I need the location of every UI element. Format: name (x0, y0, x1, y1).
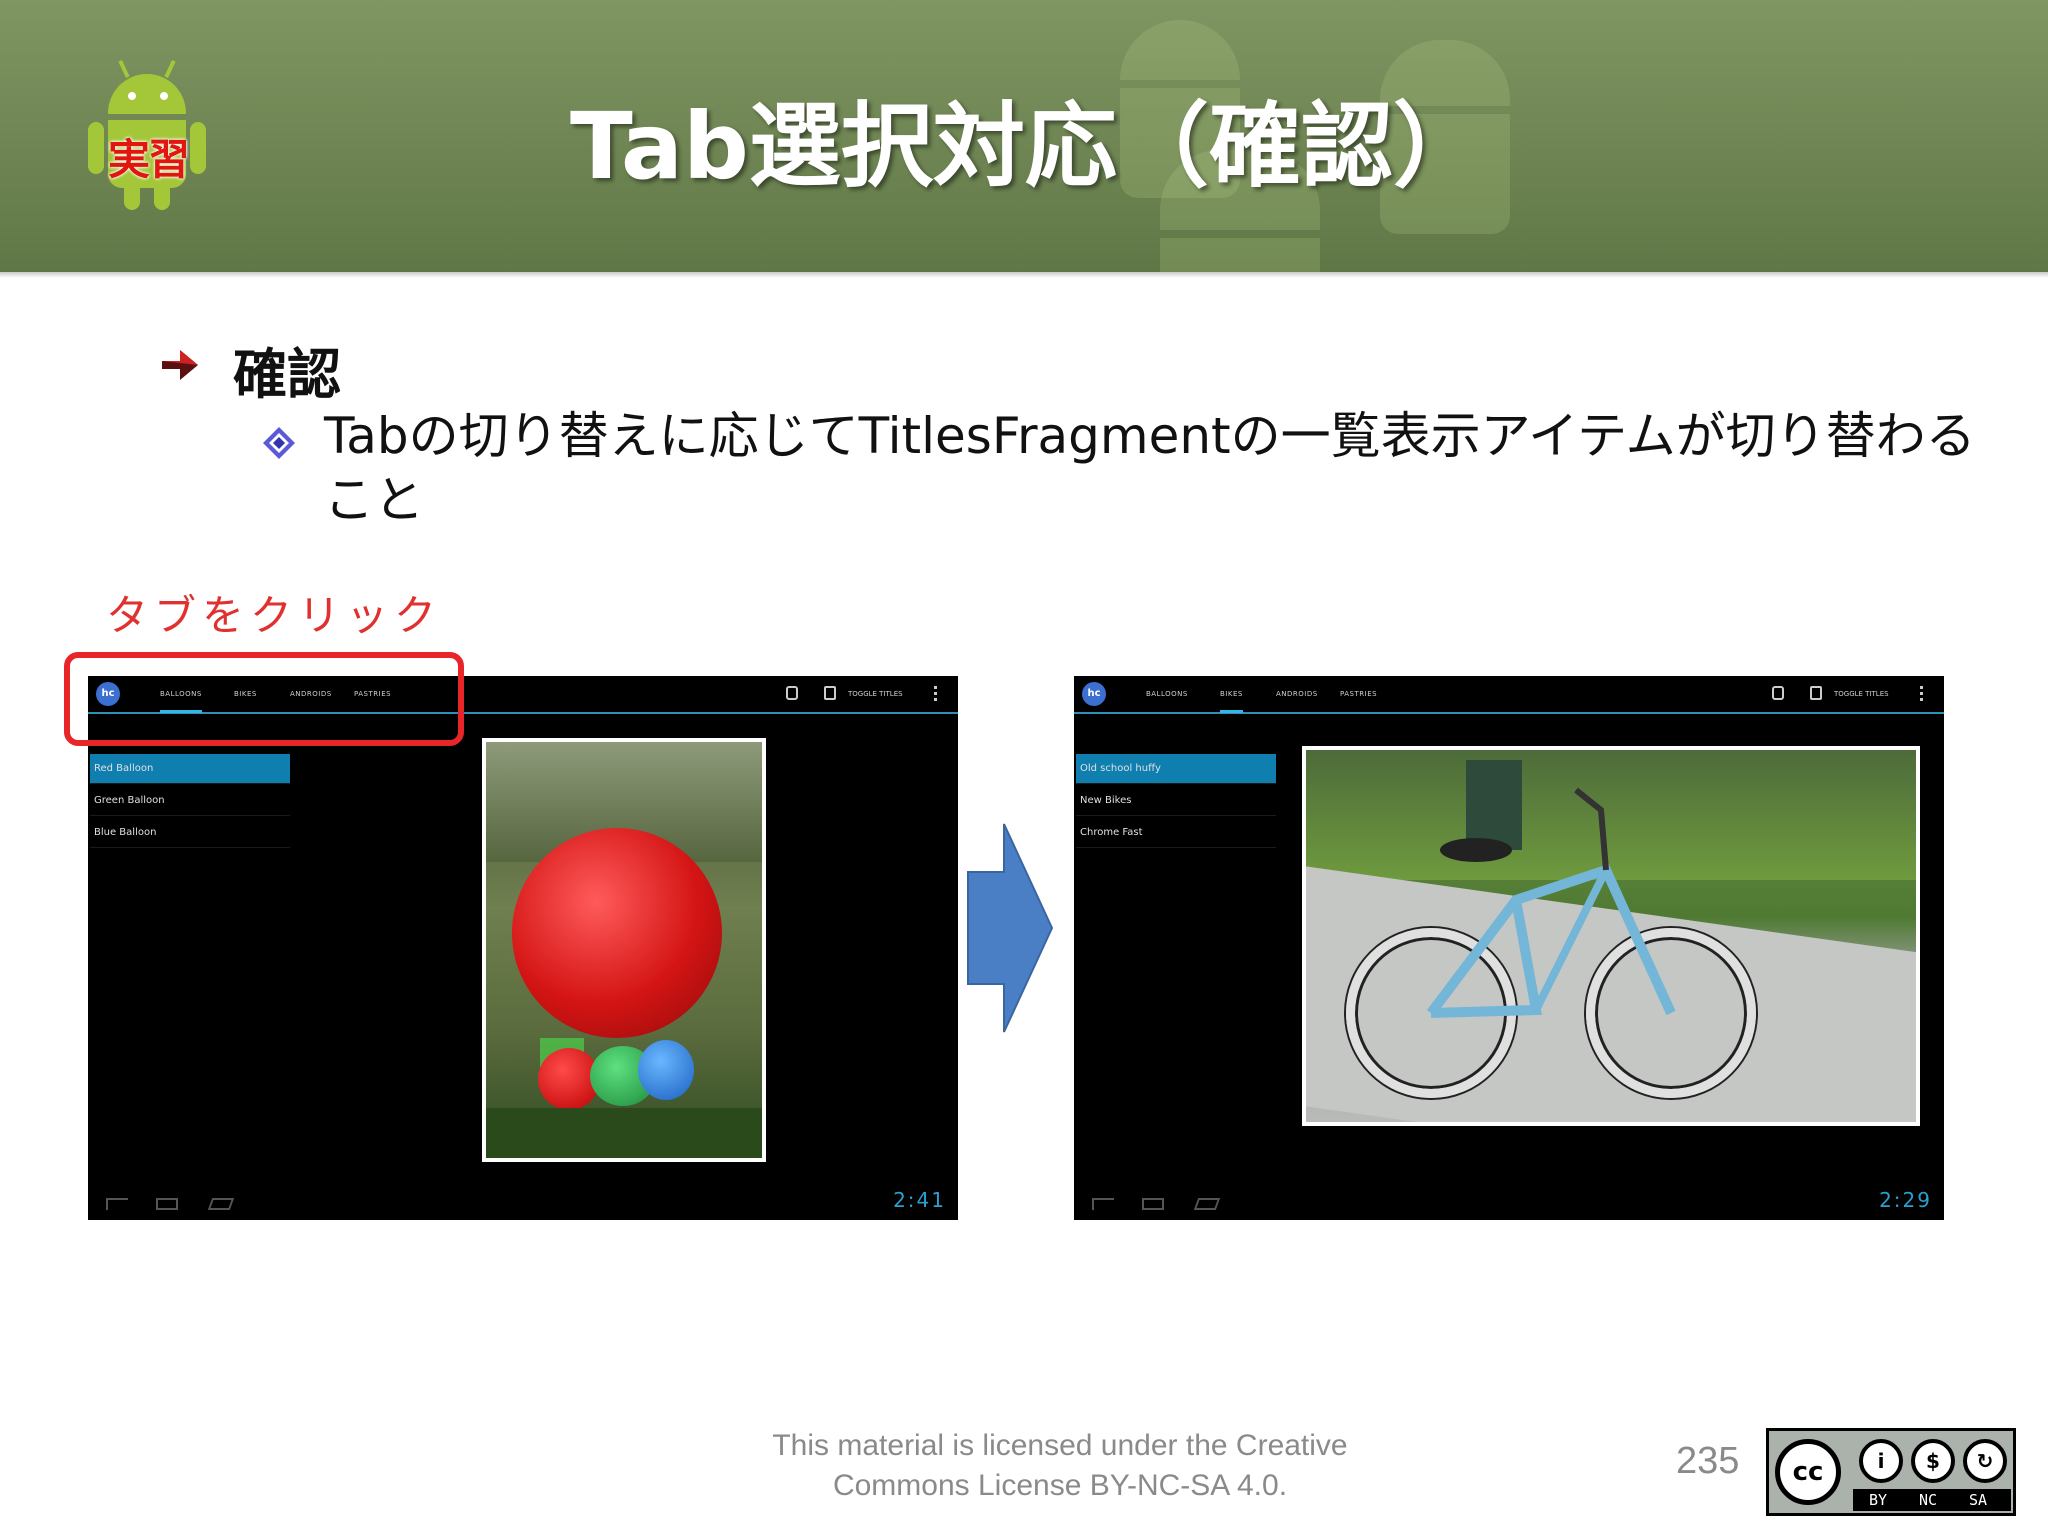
tab-balloons[interactable]: BALLOONS (1146, 690, 1188, 710)
bullet-heading: 確認 (233, 343, 341, 406)
device-icon[interactable] (1810, 686, 1822, 700)
slide-header: 実習 Tab選択対応（確認） (0, 0, 2048, 272)
toggle-titles-button[interactable]: TOGGLE TITLES (1834, 690, 1889, 698)
cc-term-by: BY (1868, 1491, 1888, 1509)
app-icon[interactable]: hc (1082, 682, 1106, 706)
slide-title: Tab選択対応（確認） (570, 93, 1485, 200)
tablet-screenshot-after: hc BALLOONS BIKES ANDROIDS PASTRIES TOGG… (1074, 676, 1944, 1220)
cc-terms-strip: BY NC SA (1853, 1489, 2011, 1511)
home-icon[interactable] (1142, 1198, 1164, 1210)
list-item[interactable]: Green Balloon (90, 786, 290, 816)
annotation-label: タブをクリック (106, 591, 443, 640)
overflow-menu-icon[interactable] (1920, 686, 1923, 702)
creative-commons-badge: cc i $ ↻ BY NC SA (1766, 1428, 2016, 1516)
license-notice: This material is licensed under the Crea… (772, 1429, 1348, 1502)
tab-pastries[interactable]: PASTRIES (1340, 690, 1377, 710)
home-icon[interactable] (156, 1198, 178, 1210)
action-bar: hc BALLOONS BIKES ANDROIDS PASTRIES TOGG… (1074, 676, 1944, 714)
sharealike-icon: ↻ (1963, 1439, 2007, 1483)
cc-term-nc: NC (1918, 1491, 1938, 1509)
status-clock: 2:29 (1879, 1188, 1932, 1212)
recent-apps-icon[interactable] (1193, 1198, 1221, 1210)
tablet-screenshot-before: hc BALLOONS BIKES ANDROIDS PASTRIES TOGG… (88, 676, 958, 1220)
transition-arrow-icon (967, 823, 1054, 1033)
cc-logo-icon: cc (1775, 1439, 1841, 1505)
toggle-titles-button[interactable]: TOGGLE TITLES (848, 690, 903, 698)
list-item[interactable]: Old school huffy (1076, 754, 1276, 784)
tab-bikes[interactable]: BIKES (1220, 690, 1243, 713)
bullet-diamond-icon (263, 427, 295, 459)
balloon-photo (482, 738, 766, 1162)
noncommercial-icon: $ (1911, 1439, 1955, 1483)
android-badge-icon: 実習 (80, 59, 215, 215)
back-icon[interactable] (106, 1198, 128, 1210)
tab-highlight-box (64, 652, 464, 746)
camera-icon[interactable] (786, 686, 798, 700)
camera-icon[interactable] (1772, 686, 1784, 700)
list-item[interactable]: Blue Balloon (90, 818, 290, 848)
bullet-body: Tabの切り替えに応じてTitlesFragmentの一覧表示アイテムが切り替わ… (324, 407, 1976, 529)
back-icon[interactable] (1092, 1198, 1114, 1210)
system-nav-bar: 2:41 (88, 1180, 958, 1220)
tab-androids[interactable]: ANDROIDS (1276, 690, 1318, 710)
overflow-menu-icon[interactable] (934, 686, 937, 702)
bullet-arrow-icon (162, 350, 198, 380)
list-item[interactable]: Chrome Fast (1076, 818, 1276, 848)
header-divider (0, 272, 2048, 278)
status-clock: 2:41 (893, 1188, 946, 1212)
recent-apps-icon[interactable] (207, 1198, 235, 1210)
page-number: 235 (1676, 1440, 1740, 1482)
cc-term-sa: SA (1968, 1491, 1988, 1509)
list-item[interactable]: New Bikes (1076, 786, 1276, 816)
list-item[interactable]: Red Balloon (90, 754, 290, 784)
bicycle-photo (1302, 746, 1920, 1126)
device-icon[interactable] (824, 686, 836, 700)
system-nav-bar: 2:29 (1074, 1180, 1944, 1220)
badge-label: 実習 (107, 135, 190, 184)
attribution-icon: i (1859, 1439, 1903, 1483)
